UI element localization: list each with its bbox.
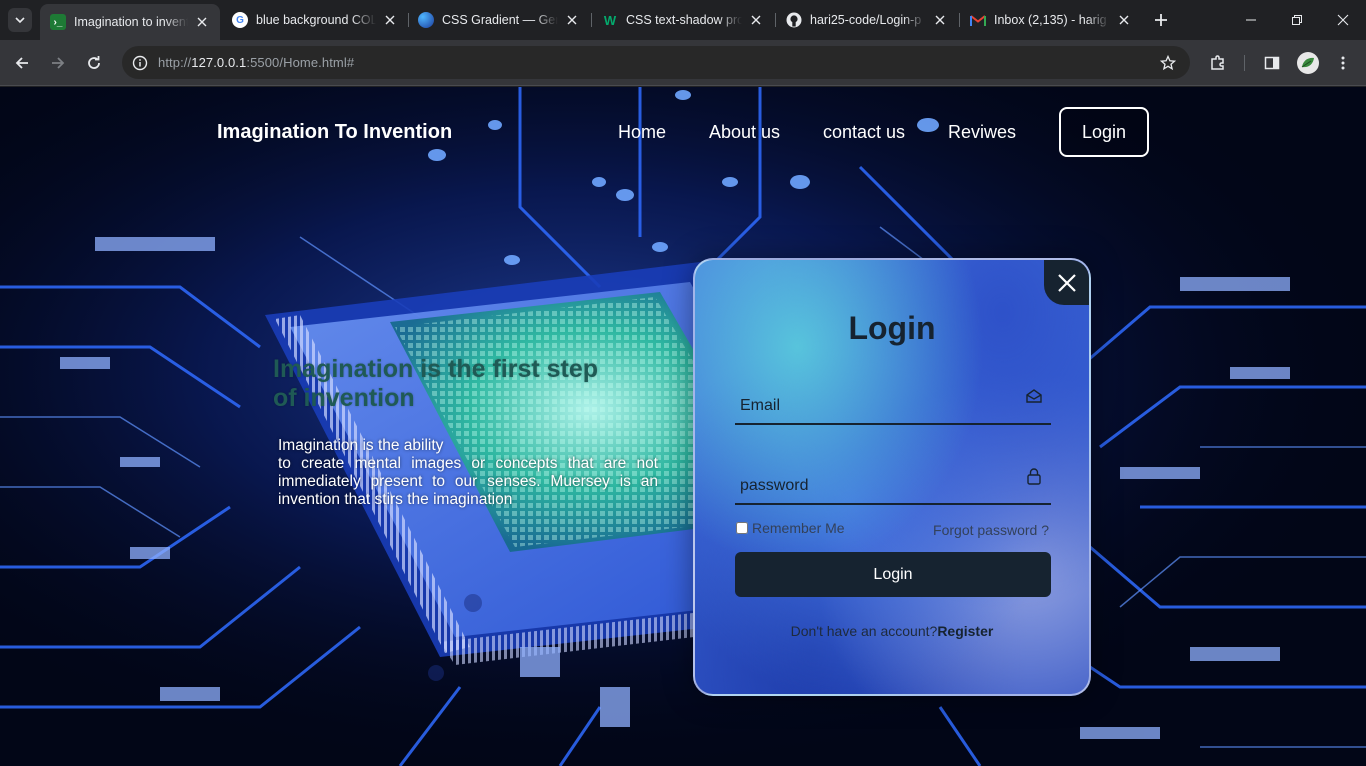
tab-css-text-shadow[interactable]: W CSS text-shadow prop — [592, 5, 774, 35]
remember-me[interactable]: Remember Me — [735, 520, 845, 536]
circuit-board-background — [0, 87, 1366, 766]
w3schools-icon: W — [603, 12, 617, 28]
side-panel-button[interactable] — [1260, 51, 1284, 75]
tab-title: CSS Gradient — Gene — [442, 13, 558, 27]
nav-link-about[interactable]: About us — [709, 122, 780, 143]
tab-github[interactable]: hari25-code/Login-p — [776, 5, 958, 35]
url-host: 127.0.0.1 — [191, 55, 247, 70]
tab-search-button[interactable] — [8, 8, 32, 32]
tab-imagination[interactable]: ›_ Imagination to invent — [40, 4, 220, 40]
modal-close-button[interactable] — [1044, 260, 1089, 305]
lock-icon — [1025, 467, 1043, 485]
back-button[interactable] — [10, 51, 34, 75]
url-scheme: http:// — [158, 55, 192, 70]
tab-css-gradient[interactable]: CSS Gradient — Gene — [408, 5, 590, 35]
remember-me-label: Remember Me — [752, 520, 845, 536]
hero-title: Imagination is the first step of inventi… — [273, 355, 599, 412]
tab-title: Inbox (2,135) - harig — [994, 13, 1107, 27]
close-tab-icon[interactable] — [194, 14, 210, 30]
login-title: Login — [848, 310, 936, 346]
kebab-menu-icon — [1341, 56, 1345, 70]
gmail-icon — [970, 12, 986, 28]
plus-icon — [1155, 14, 1167, 26]
close-tab-icon[interactable] — [1116, 12, 1132, 28]
close-tab-icon[interactable] — [748, 12, 764, 28]
mail-icon — [1025, 387, 1043, 405]
site-logo: Imagination To Invention — [217, 121, 453, 143]
address-bar[interactable]: http://127.0.0.1:5500/Home.html# — [122, 46, 1190, 79]
minimize-button[interactable] — [1241, 10, 1261, 30]
forgot-password-link[interactable]: Forgot password ? — [933, 522, 1049, 538]
tab-title: CSS text-shadow prop — [626, 13, 742, 27]
email-input[interactable] — [735, 370, 1051, 423]
nav-login-button[interactable]: Login — [1059, 107, 1149, 157]
close-tab-icon[interactable] — [564, 12, 580, 28]
password-input[interactable] — [735, 450, 1051, 503]
github-icon — [786, 12, 802, 28]
remember-me-checkbox[interactable] — [736, 522, 748, 534]
minimize-icon — [1246, 19, 1256, 21]
nav-link-contact[interactable]: contact us — [823, 122, 905, 143]
bookmark-star-icon[interactable] — [1158, 53, 1178, 73]
reload-icon — [88, 56, 100, 69]
google-icon: G — [232, 12, 248, 28]
close-icon — [1337, 14, 1349, 26]
puzzle-icon — [1211, 55, 1224, 70]
login-modal: Login Remember Me Forgot password ? Logi… — [693, 258, 1091, 696]
forward-button[interactable] — [46, 51, 70, 75]
hero-text-first-line: Imagination is the ability — [278, 437, 444, 454]
browser-toolbar: http://127.0.0.1:5500/Home.html# — [0, 40, 1366, 86]
register-prompt: Don't have an account?Register — [695, 623, 1089, 639]
tab-gmail[interactable]: Inbox (2,135) - harig — [960, 5, 1142, 35]
tab-title: hari25-code/Login-p — [810, 13, 922, 27]
extensions-button[interactable] — [1206, 51, 1230, 75]
site-info-icon[interactable] — [130, 53, 150, 73]
hero-text: Imagination is the ability to create men… — [278, 437, 658, 509]
nav-link-home[interactable]: Home — [618, 122, 666, 143]
side-panel-icon — [1264, 56, 1280, 70]
restore-icon — [1292, 15, 1302, 25]
browser-menu-button[interactable] — [1331, 51, 1355, 75]
hero-text-body: to create mental images or concepts that… — [278, 455, 658, 508]
arrow-right-icon — [52, 57, 65, 69]
profile-avatar[interactable] — [1297, 52, 1319, 74]
tab-blue-background[interactable]: G blue background COL — [222, 5, 408, 35]
url-path: :5500/Home.html# — [246, 55, 355, 70]
no-account-text: Don't have an account? — [790, 623, 938, 639]
new-tab-button[interactable] — [1151, 10, 1171, 30]
vscode-live-icon: ›_ — [50, 14, 66, 30]
tab-title: Imagination to invent — [74, 15, 188, 29]
tab-title: blue background COL — [256, 13, 376, 27]
cssgradient-icon — [418, 12, 434, 28]
close-tab-icon[interactable] — [932, 12, 948, 28]
window-close-button[interactable] — [1333, 10, 1353, 30]
profile-leaf-icon — [1301, 57, 1314, 68]
url-text: http://127.0.0.1:5500/Home.html# — [158, 55, 354, 70]
arrow-left-icon — [15, 57, 28, 69]
tab-strip: ›_ Imagination to invent G blue backgrou… — [0, 0, 1366, 40]
email-field — [735, 370, 1051, 425]
reload-button[interactable] — [82, 51, 106, 75]
register-link[interactable]: Register — [937, 623, 993, 639]
nav-link-reviews[interactable]: Reviwes — [948, 122, 1016, 143]
chevron-down-icon — [15, 17, 25, 24]
toolbar-separator — [1244, 55, 1245, 71]
close-tab-icon[interactable] — [382, 12, 398, 28]
login-submit-button[interactable]: Login — [735, 552, 1051, 597]
restore-button[interactable] — [1287, 10, 1307, 30]
password-field — [735, 450, 1051, 505]
web-page: Imagination To Invention Home About us c… — [0, 87, 1366, 766]
close-icon — [1057, 273, 1076, 292]
